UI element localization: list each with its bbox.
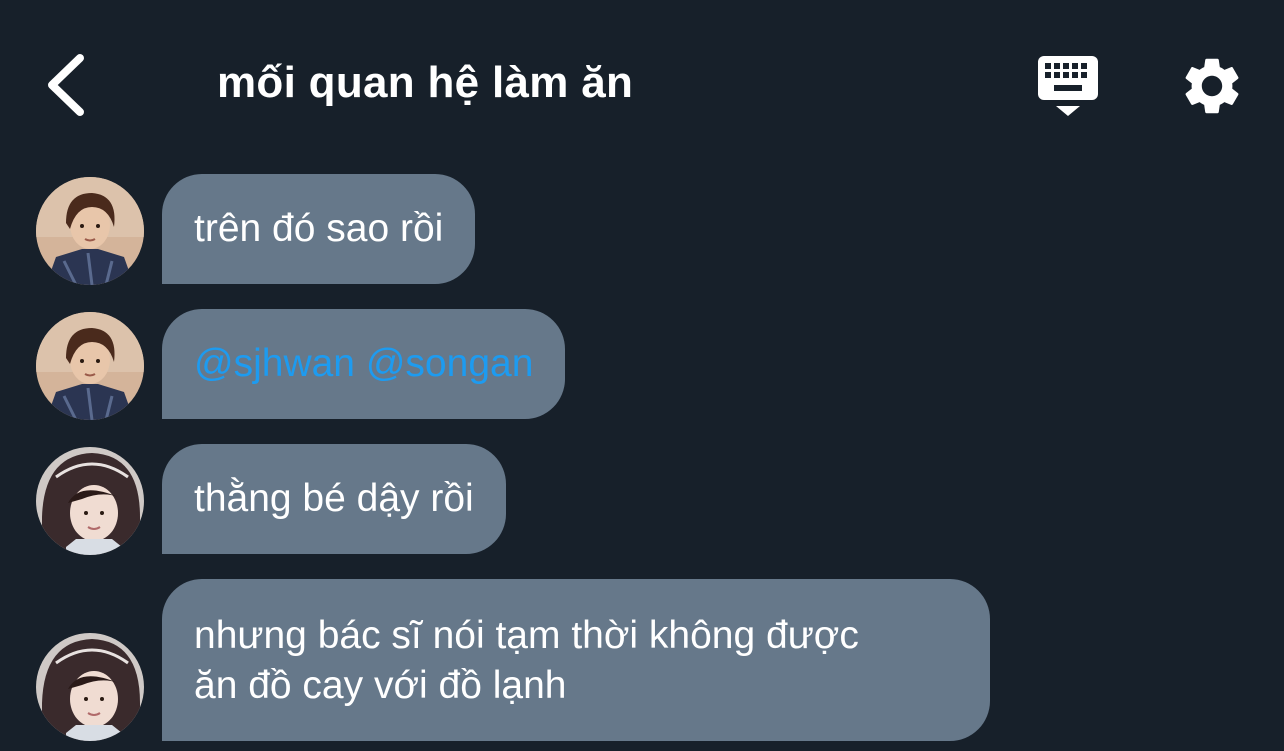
keyboard-button[interactable] <box>1032 52 1104 120</box>
message-bubble[interactable]: @sjhwan @songan <box>162 309 566 419</box>
message-bubble[interactable]: thằng bé dậy rồi <box>162 444 506 554</box>
conversation-title: mối quan hệ làm ăn <box>217 58 634 107</box>
message-row: @sjhwan @songan <box>0 309 1284 421</box>
avatar[interactable] <box>36 312 144 420</box>
message-row: thằng bé dậy rồi <box>0 444 1284 556</box>
back-button[interactable] <box>40 50 96 120</box>
chat-header: mối quan hệ làm ăn <box>0 0 1284 170</box>
message-bubble[interactable]: nhưng bác sĩ nói tạm thời không được ăn … <box>162 579 990 741</box>
message-row: trên đó sao rồi <box>0 174 1284 286</box>
avatar[interactable] <box>36 177 144 285</box>
chevron-left-icon <box>48 54 84 116</box>
mention-link[interactable]: @songan <box>366 342 534 385</box>
avatar[interactable] <box>36 447 144 555</box>
gear-icon <box>1185 58 1239 114</box>
message-text-line: ăn đồ cay với đồ lạnh <box>194 664 567 707</box>
mention-link[interactable]: @sjhwan <box>194 342 355 385</box>
message-text: thằng bé dậy rồi <box>194 477 474 520</box>
keyboard-icon <box>1038 56 1098 116</box>
avatar[interactable] <box>36 633 144 741</box>
message-text: trên đó sao rồi <box>194 207 444 250</box>
message-text-line: nhưng bác sĩ nói tạm thời không được <box>194 614 859 657</box>
settings-button[interactable] <box>1178 52 1246 120</box>
message-bubble[interactable]: trên đó sao rồi <box>162 174 476 284</box>
message-row: nhưng bác sĩ nói tạm thời không được ăn … <box>0 579 1284 744</box>
